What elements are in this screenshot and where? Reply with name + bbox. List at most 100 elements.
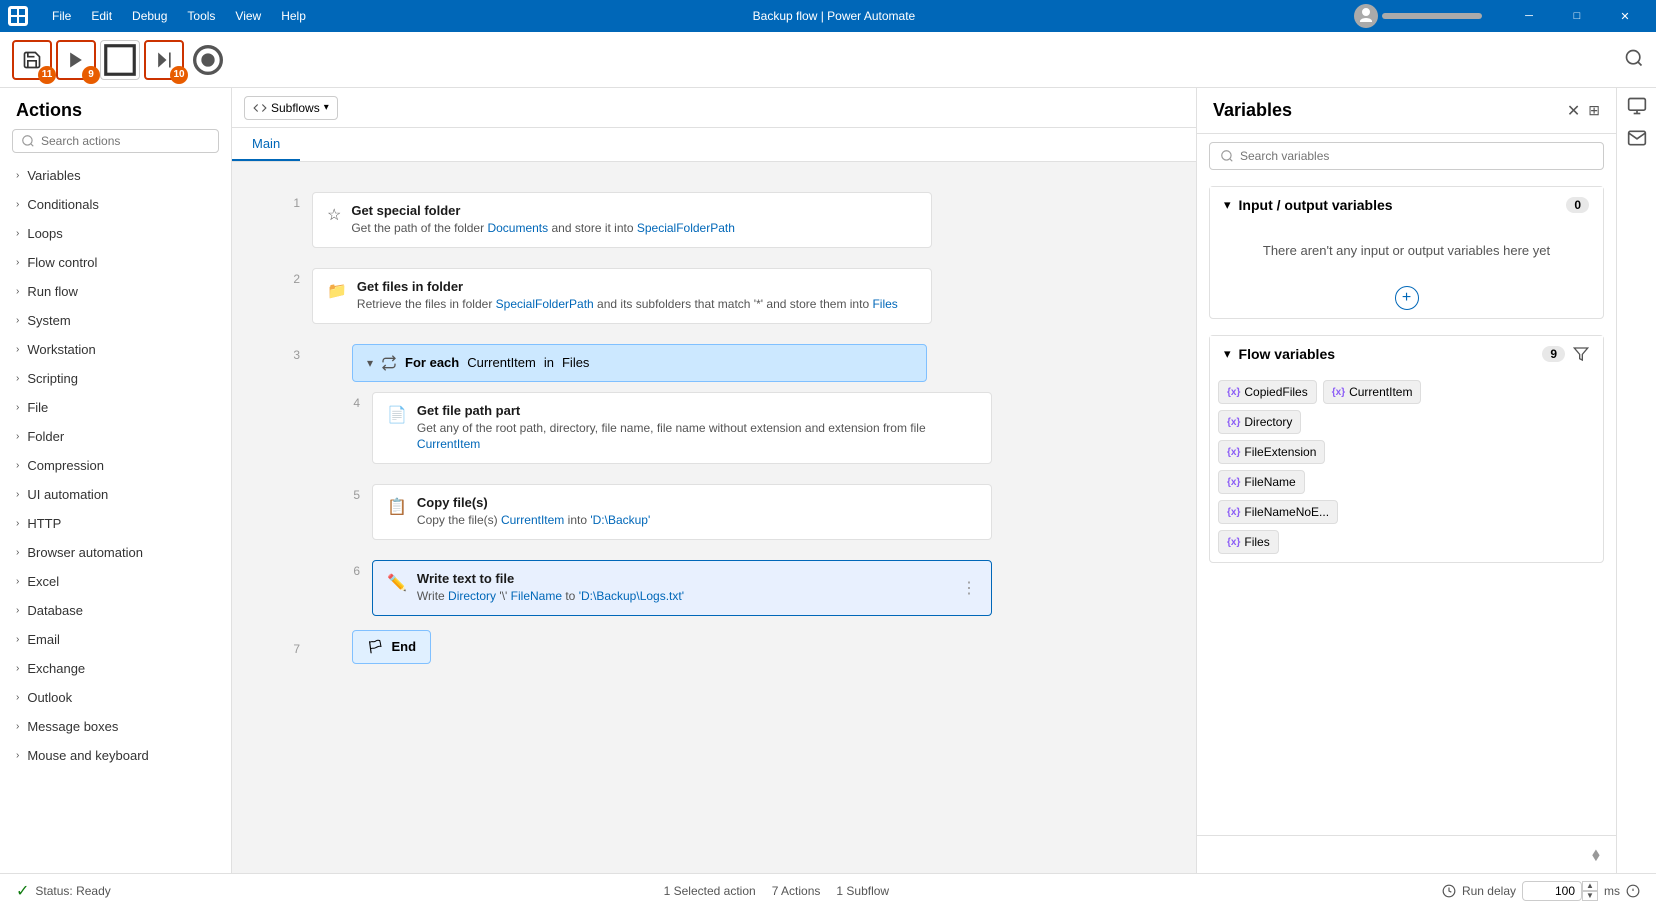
action-flowcontrol[interactable]: ›Flow control: [0, 248, 231, 277]
step-card-1[interactable]: ☆ Get special folder Get the path of the…: [312, 192, 932, 248]
menu-help[interactable]: Help: [273, 7, 314, 25]
run-delay-input[interactable]: [1522, 881, 1582, 901]
step-title-5: Copy file(s): [417, 495, 977, 510]
step-3-foreach: 3 ▾ For each CurrentItem in Files 4: [272, 334, 1156, 674]
step-desc-4: Get any of the root path, directory, fil…: [417, 420, 977, 454]
var-chip-currentitem[interactable]: {x}CurrentItem: [1323, 380, 1422, 404]
action-mouseandkeyboard[interactable]: ›Mouse and keyboard: [0, 741, 231, 770]
subflows-button[interactable]: Subflows ▾: [244, 96, 338, 120]
step-button[interactable]: 10: [144, 40, 184, 80]
window-controls: ─ □ ✕: [1506, 0, 1648, 32]
var-chip-filenamenoe[interactable]: {x}FileNameNoE...: [1218, 500, 1338, 524]
save-badge: 11: [38, 66, 56, 84]
toolbar-search[interactable]: [1624, 48, 1644, 71]
menu-debug[interactable]: Debug: [124, 7, 175, 25]
input-output-add: +: [1210, 278, 1603, 318]
variables-panel: Variables ✕ ⊞ ▾ Input / output variables…: [1196, 88, 1616, 873]
subflows-bar: Subflows ▾: [232, 88, 1196, 128]
minimize-button[interactable]: ─: [1506, 0, 1552, 32]
action-email[interactable]: ›Email: [0, 625, 231, 654]
step-num-4: 4: [332, 392, 360, 410]
variables-search-input[interactable]: [1240, 149, 1593, 163]
run-button[interactable]: 9: [56, 40, 96, 80]
step-title-4: Get file path part: [417, 403, 977, 418]
action-http[interactable]: ›HTTP: [0, 509, 231, 538]
tab-main[interactable]: Main: [232, 128, 300, 161]
run-delay-unit: ms: [1604, 884, 1620, 898]
close-button[interactable]: ✕: [1602, 0, 1648, 32]
action-loops[interactable]: ›Loops: [0, 219, 231, 248]
save-button[interactable]: 11: [12, 40, 52, 80]
step-desc-2: Retrieve the files in folder SpecialFold…: [357, 296, 917, 313]
step-icon-6: ✏️: [387, 573, 407, 593]
foreach-var2: Files: [562, 355, 589, 370]
filter-icon[interactable]: [1573, 346, 1589, 362]
maximize-button[interactable]: □: [1554, 0, 1600, 32]
collapse-icon[interactable]: ▾: [367, 356, 373, 370]
layers-icon[interactable]: [1627, 96, 1647, 116]
action-folder[interactable]: ›Folder: [0, 422, 231, 451]
foreach-content: 4 📄 Get file path part Get any of the ro…: [332, 382, 1156, 626]
var-chip-fileextension[interactable]: {x}FileExtension: [1218, 440, 1325, 464]
action-scripting[interactable]: ›Scripting: [0, 364, 231, 393]
menu-bar: File Edit Debug Tools View Help: [44, 7, 314, 25]
run-delay-spinner[interactable]: ▲ ▼: [1582, 881, 1598, 901]
step-icon-5: 📋: [387, 497, 407, 517]
action-file[interactable]: ›File: [0, 393, 231, 422]
run-delay-stepper[interactable]: ▲ ▼: [1522, 881, 1598, 901]
var-chip-filename[interactable]: {x}FileName: [1218, 470, 1305, 494]
add-input-output-button[interactable]: +: [1395, 286, 1419, 310]
step-title-2: Get files in folder: [357, 279, 917, 294]
action-runflow[interactable]: ›Run flow: [0, 277, 231, 306]
variables-title: Variables: [1213, 100, 1559, 121]
foreach-header[interactable]: ▾ For each CurrentItem in Files: [352, 344, 927, 382]
run-delay: Run delay ▲ ▼ ms: [1442, 881, 1640, 901]
record-button[interactable]: [188, 40, 228, 80]
step-card-5[interactable]: 📋 Copy file(s) Copy the file(s) CurrentI…: [372, 484, 992, 540]
step-card-6[interactable]: ✏️ Write text to file Write Directory '\…: [372, 560, 992, 616]
input-output-header[interactable]: ▾ Input / output variables 0: [1210, 187, 1603, 223]
menu-edit[interactable]: Edit: [83, 7, 120, 25]
action-browserautomation[interactable]: ›Browser automation: [0, 538, 231, 567]
stop-button[interactable]: [100, 40, 140, 80]
step-content-1: Get special folder Get the path of the f…: [351, 203, 917, 237]
foreach-num: 3: [272, 344, 300, 362]
step-card-2[interactable]: 📁 Get files in folder Retrieve the files…: [312, 268, 932, 324]
titlebar: File Edit Debug Tools View Help Backup f…: [0, 0, 1656, 32]
canvas-tabs: Main: [232, 128, 1196, 162]
end-block[interactable]: 🏳 End: [352, 630, 431, 664]
menu-tools[interactable]: Tools: [179, 7, 223, 25]
menu-view[interactable]: View: [227, 7, 269, 25]
variables-bottom-icon[interactable]: ⬧: [1592, 844, 1600, 865]
canvas-content[interactable]: 1 ☆ Get special folder Get the path of t…: [232, 162, 1196, 873]
variables-bottom-bar: ⬧: [1197, 835, 1616, 873]
mail-icon[interactable]: [1627, 128, 1647, 148]
variables-layers-icon[interactable]: ⊞: [1588, 102, 1600, 119]
variables-close-button[interactable]: ✕: [1567, 101, 1580, 121]
action-system[interactable]: ›System: [0, 306, 231, 335]
var-chip-directory[interactable]: {x}Directory: [1218, 410, 1301, 434]
variables-search-box[interactable]: [1209, 142, 1604, 170]
action-database[interactable]: ›Database: [0, 596, 231, 625]
action-outlook[interactable]: ›Outlook: [0, 683, 231, 712]
action-workstation[interactable]: ›Workstation: [0, 335, 231, 364]
action-variables[interactable]: ›Variables: [0, 161, 231, 190]
action-excel[interactable]: ›Excel: [0, 567, 231, 596]
input-output-section: ▾ Input / output variables 0 There aren'…: [1209, 186, 1604, 319]
action-compression[interactable]: ›Compression: [0, 451, 231, 480]
menu-file[interactable]: File: [44, 7, 79, 25]
action-messageboxes[interactable]: ›Message boxes: [0, 712, 231, 741]
actions-search-input[interactable]: [41, 134, 210, 148]
var-chip-copiedfiles[interactable]: {x}CopiedFiles: [1218, 380, 1317, 404]
run-delay-down[interactable]: ▼: [1582, 891, 1598, 901]
run-delay-up[interactable]: ▲: [1582, 881, 1598, 891]
var-chip-files[interactable]: {x}Files: [1218, 530, 1279, 554]
step-more-icon[interactable]: ⋮: [961, 578, 977, 598]
step-num-2: 2: [272, 268, 300, 286]
action-uiautomation[interactable]: ›UI automation: [0, 480, 231, 509]
action-exchange[interactable]: ›Exchange: [0, 654, 231, 683]
flow-variables-header[interactable]: ▾ Flow variables 9: [1210, 336, 1603, 372]
actions-search-box[interactable]: [12, 129, 219, 153]
action-conditionals[interactable]: ›Conditionals: [0, 190, 231, 219]
step-card-4[interactable]: 📄 Get file path part Get any of the root…: [372, 392, 992, 465]
